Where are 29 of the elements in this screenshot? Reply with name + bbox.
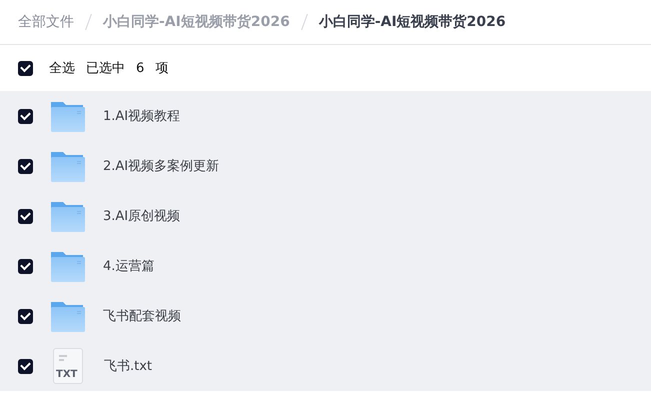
selected-count: 6 (136, 60, 144, 76)
text-file-icon: TXT (53, 348, 83, 384)
checkbox[interactable] (18, 108, 33, 124)
checkbox[interactable] (18, 60, 33, 76)
folder-icon (49, 149, 85, 183)
file-row[interactable]: 1.AI视频教程 (0, 91, 651, 141)
file-name[interactable]: 飞书配套视频 (103, 307, 181, 325)
folder-icon (49, 199, 85, 233)
folder-icon (49, 249, 85, 283)
file-name[interactable]: 4.运营篇 (103, 257, 154, 275)
checkbox[interactable] (18, 308, 33, 324)
folder-icon (49, 99, 85, 133)
checkbox[interactable] (18, 358, 33, 374)
file-row[interactable]: 3.AI原创视频 (0, 191, 651, 241)
file-row[interactable]: 2.AI视频多案例更新 (0, 141, 651, 191)
checkbox[interactable] (18, 208, 33, 224)
file-row[interactable]: 飞书配套视频 (0, 291, 651, 341)
count-unit: 项 (155, 60, 168, 77)
file-name[interactable]: 2.AI视频多案例更新 (103, 157, 220, 175)
checkbox[interactable] (18, 258, 33, 274)
selected-label: 已选中 (86, 60, 125, 77)
file-name[interactable]: 1.AI视频教程 (103, 107, 180, 125)
file-row[interactable]: 4.运营篇 (0, 241, 651, 291)
select-all-label: 全选 (49, 60, 75, 77)
file-name[interactable]: 飞书.txt (104, 357, 152, 375)
file-name[interactable]: 3.AI原创视频 (103, 207, 180, 225)
file-row[interactable]: TXT 飞书.txt (0, 341, 651, 391)
checkbox[interactable] (18, 158, 33, 174)
folder-icon (49, 299, 85, 333)
